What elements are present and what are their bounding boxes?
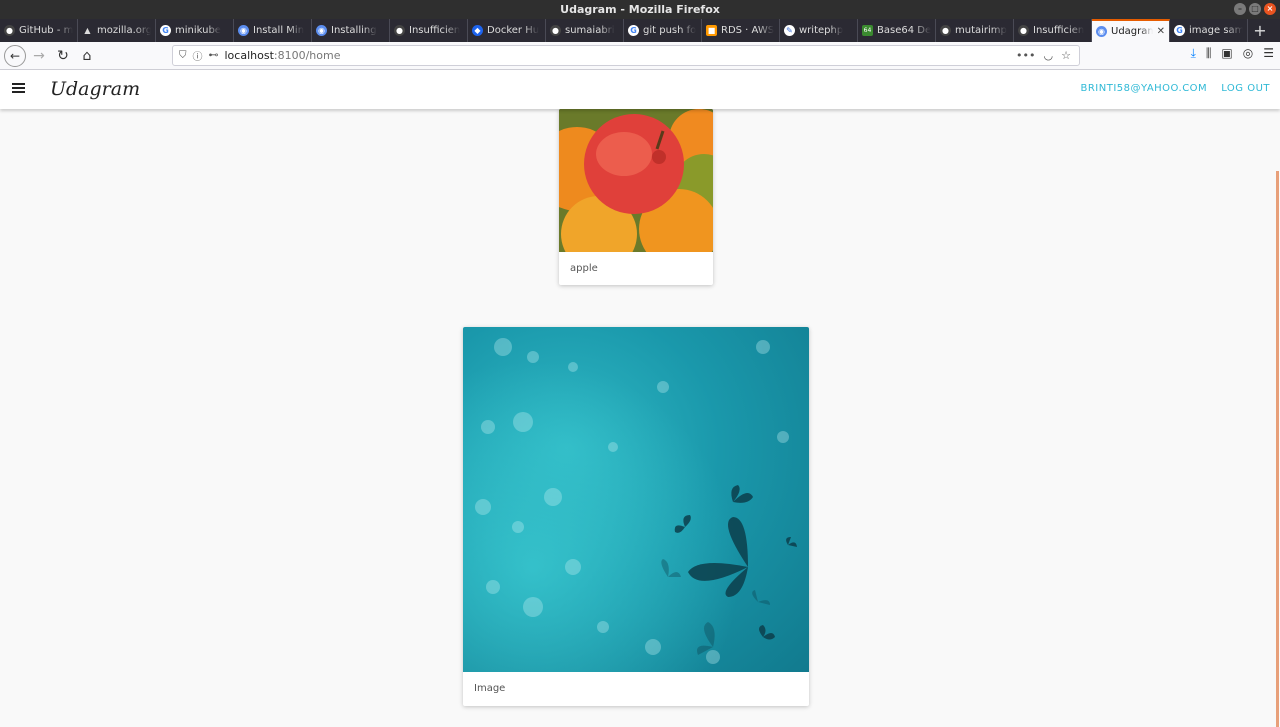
new-tab-icon[interactable]: + bbox=[1248, 19, 1272, 42]
browser-tab[interactable]: ● GitHub - m bbox=[0, 19, 78, 42]
maximize-icon[interactable]: □ bbox=[1249, 3, 1261, 15]
app-brand: Udagram bbox=[50, 78, 141, 100]
url-host: localhost bbox=[224, 49, 274, 62]
butterflies-photo bbox=[463, 327, 809, 672]
site-info-icon[interactable]: ⓘ bbox=[193, 48, 203, 63]
nav-toolbar: ← → ↻ ⌂ ⛉ ⓘ ⊷ localhost:8100/home ••• ◡ … bbox=[0, 42, 1280, 70]
permissions-icon[interactable]: ⊷ bbox=[209, 50, 219, 61]
header-actions: BRINTI58@YAHOO.COM LOG OUT bbox=[1080, 83, 1270, 94]
home-icon[interactable]: ⌂ bbox=[76, 45, 98, 67]
pocket-icon[interactable]: ◡ bbox=[1044, 49, 1054, 62]
feed-item-caption: apple bbox=[570, 263, 598, 274]
browser-tab[interactable]: ● Insufficien bbox=[1014, 19, 1092, 42]
browser-tab[interactable]: ◉ Installing bbox=[312, 19, 390, 42]
window-titlebar: Udagram - Mozilla Firefox – □ × bbox=[0, 0, 1280, 19]
base64-icon: 64 bbox=[862, 25, 873, 36]
feed-item-caption: Image bbox=[474, 683, 506, 694]
site-icon: ◉ bbox=[316, 25, 327, 36]
url-bar[interactable]: ⛉ ⓘ ⊷ localhost:8100/home ••• ◡ ☆ bbox=[172, 45, 1080, 66]
github-icon: ● bbox=[1018, 25, 1029, 36]
page-actions-icon[interactable]: ••• bbox=[1016, 49, 1035, 62]
google-icon: G bbox=[628, 25, 639, 36]
menu-icon[interactable] bbox=[12, 83, 25, 93]
forward-icon[interactable]: → bbox=[28, 45, 50, 67]
site-icon: ◉ bbox=[1096, 26, 1107, 37]
library-icon[interactable]: ⫼ bbox=[1206, 46, 1212, 61]
close-tab-icon[interactable]: ✕ bbox=[1153, 26, 1165, 37]
browser-tab[interactable]: Ggit push fo bbox=[624, 19, 702, 42]
warning-icon: ▲ bbox=[84, 26, 91, 35]
page-scrollbar[interactable] bbox=[1274, 109, 1280, 727]
browser-tab[interactable]: ● Insufficien bbox=[390, 19, 468, 42]
account-icon[interactable]: ◎ bbox=[1243, 46, 1253, 61]
browser-tab[interactable]: 64 Base64 De bbox=[858, 19, 936, 42]
toolbar-right: ⤓ ⫼ ▣ ◎ ☰ bbox=[1191, 46, 1274, 61]
browser-tab[interactable]: ▲ mozilla.org bbox=[78, 19, 156, 42]
browser-tab[interactable]: Gimage sam bbox=[1170, 19, 1248, 42]
browser-tab[interactable]: Gminikube bbox=[156, 19, 234, 42]
hamburger-menu-icon[interactable]: ☰ bbox=[1263, 46, 1274, 61]
feed-item: apple bbox=[559, 109, 713, 285]
browser-tab[interactable]: ■ RDS · AWS bbox=[702, 19, 780, 42]
docker-icon: ◆ bbox=[472, 25, 483, 36]
window-controls: – □ × bbox=[1234, 3, 1276, 15]
browser-tab[interactable]: ◉ Install Min bbox=[234, 19, 312, 42]
site-icon: ✎ bbox=[784, 25, 795, 36]
bookmark-star-icon[interactable]: ☆ bbox=[1061, 49, 1071, 62]
github-icon: ● bbox=[4, 25, 15, 36]
apples-photo bbox=[559, 109, 713, 252]
downloads-icon[interactable]: ⤓ bbox=[1191, 46, 1196, 61]
feed-item-image bbox=[463, 327, 809, 672]
url-path: :8100/home bbox=[273, 49, 341, 62]
github-icon: ● bbox=[940, 25, 951, 36]
github-icon: ● bbox=[550, 25, 561, 36]
tracking-shield-icon[interactable]: ⛉ bbox=[179, 50, 187, 61]
reload-icon[interactable]: ↻ bbox=[52, 45, 74, 67]
feed-content: apple Image bbox=[0, 109, 1274, 727]
feed-item: Image bbox=[463, 327, 809, 706]
user-email-link[interactable]: BRINTI58@YAHOO.COM bbox=[1080, 83, 1207, 94]
back-icon[interactable]: ← bbox=[4, 44, 26, 67]
scrollbar-thumb[interactable] bbox=[1276, 171, 1279, 727]
browser-tab-active[interactable]: ◉ Udagram ✕ bbox=[1092, 19, 1170, 42]
sidebar-icon[interactable]: ▣ bbox=[1221, 46, 1232, 61]
browser-tab[interactable]: ✎ writephp bbox=[780, 19, 858, 42]
minimize-icon[interactable]: – bbox=[1234, 3, 1246, 15]
github-icon: ● bbox=[394, 25, 405, 36]
google-icon: G bbox=[1174, 25, 1185, 36]
browser-tab[interactable]: ◆ Docker Hu bbox=[468, 19, 546, 42]
logout-button[interactable]: LOG OUT bbox=[1221, 83, 1270, 94]
site-icon: ◉ bbox=[238, 25, 249, 36]
aws-icon: ■ bbox=[706, 25, 717, 36]
app-header: Udagram BRINTI58@YAHOO.COM LOG OUT bbox=[0, 70, 1280, 109]
google-icon: G bbox=[160, 25, 171, 36]
feed-item-image bbox=[559, 109, 713, 252]
window-title: Udagram - Mozilla Firefox bbox=[560, 3, 720, 16]
browser-tab[interactable]: ● mutairimp bbox=[936, 19, 1014, 42]
close-window-icon[interactable]: × bbox=[1264, 3, 1276, 15]
browser-tab[interactable]: ● sumaiabri bbox=[546, 19, 624, 42]
tab-strip: ● GitHub - m ▲ mozilla.org Gminikube ◉ Inst… bbox=[0, 19, 1280, 42]
